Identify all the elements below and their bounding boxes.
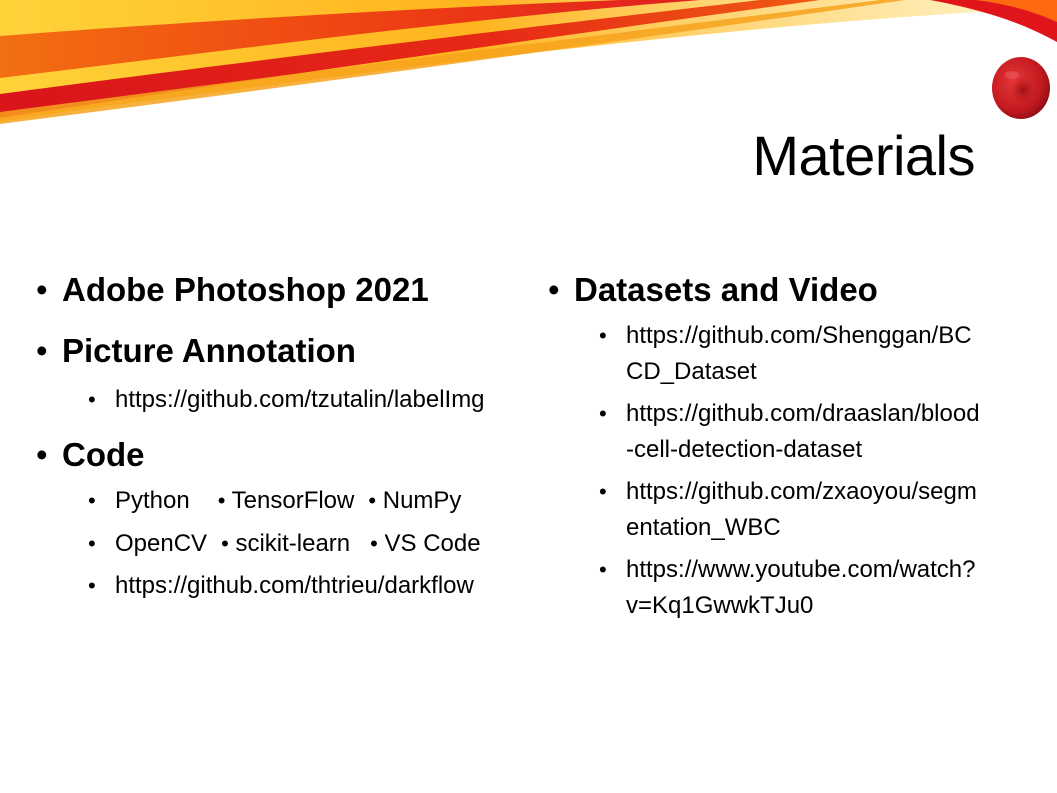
bullet: •	[36, 332, 48, 369]
bullet: •	[599, 479, 607, 504]
blood-cell-link-line-2[interactable]: -cell-detection-dataset	[626, 436, 862, 463]
bullet: •	[88, 387, 96, 412]
code-tools-row-1: • Python • TensorFlow • NumPy	[88, 483, 462, 519]
dataset-link-continuation: entation_WBC	[626, 510, 781, 546]
tool-python: Python	[115, 487, 190, 514]
tool-tensorflow: TensorFlow	[231, 487, 355, 514]
darkflow-link-item: • https://github.com/thtrieu/darkflow	[88, 568, 474, 604]
dataset-link-continuation: CD_Dataset	[626, 354, 757, 390]
bccd-link-line-2[interactable]: CD_Dataset	[626, 358, 757, 385]
code-heading: Code	[62, 436, 145, 473]
bullet: •	[548, 271, 560, 308]
annotation-heading: Picture Annotation	[62, 332, 356, 369]
dataset-link-item: • https://github.com/draaslan/blood	[599, 396, 980, 432]
bullet: •	[36, 436, 48, 473]
bccd-link-line-1[interactable]: https://github.com/Shenggan/BC	[626, 322, 972, 349]
red-blood-cell-image	[992, 57, 1050, 119]
blood-cell-link-line-1[interactable]: https://github.com/draaslan/blood	[626, 400, 980, 427]
datasets-heading: Datasets and Video	[574, 271, 878, 308]
bullet: •	[36, 271, 48, 308]
bullet: •	[370, 531, 378, 556]
labelimg-link[interactable]: https://github.com/tzutalin/labelImg	[115, 386, 485, 413]
tool-opencv: OpenCV	[115, 530, 208, 557]
code-tools-row-2: • OpenCV • scikit-learn • VS Code	[88, 526, 481, 562]
slide-title: Materials	[752, 124, 975, 187]
darkflow-link[interactable]: https://github.com/thtrieu/darkflow	[115, 572, 474, 599]
dataset-link-item: • https://github.com/Shenggan/BC	[599, 318, 972, 354]
bullet: •	[599, 323, 607, 348]
youtube-link-line-2[interactable]: v=Kq1GwwkTJu0	[626, 592, 813, 619]
list-item-annotation: • Picture Annotation	[36, 331, 356, 371]
bullet: •	[217, 488, 226, 513]
wbc-link-line-1[interactable]: https://github.com/zxaoyou/segm	[626, 478, 977, 505]
wbc-link-line-2[interactable]: entation_WBC	[626, 514, 781, 541]
dataset-link-continuation: -cell-detection-dataset	[626, 432, 862, 468]
photoshop-label: Adobe Photoshop 2021	[62, 271, 429, 308]
bullet: •	[221, 531, 229, 556]
bullet: •	[88, 488, 96, 513]
bullet: •	[368, 488, 377, 513]
tool-scikit-learn: scikit-learn	[235, 530, 351, 557]
list-item-photoshop: • Adobe Photoshop 2021	[36, 270, 429, 310]
tool-numpy: NumPy	[382, 487, 462, 514]
dataset-link-item: • https://github.com/zxaoyou/segm	[599, 474, 977, 510]
bullet: •	[599, 557, 607, 582]
list-item-datasets: • Datasets and Video	[548, 270, 878, 310]
tool-vs-code: VS Code	[384, 530, 481, 557]
bullet: •	[599, 401, 607, 426]
video-link-item: • https://www.youtube.com/watch?	[599, 552, 976, 588]
slide: Materials • Adobe Photoshop 2021 • Pictu…	[0, 0, 1057, 793]
bullet: •	[88, 573, 96, 598]
decorative-swoosh-banner	[0, 0, 1057, 124]
video-link-continuation: v=Kq1GwwkTJu0	[626, 588, 813, 624]
youtube-link-line-1[interactable]: https://www.youtube.com/watch?	[626, 556, 976, 583]
list-item-code: • Code	[36, 435, 145, 475]
annotation-link-item: • https://github.com/tzutalin/labelImg	[88, 382, 485, 418]
bullet: •	[88, 531, 96, 556]
